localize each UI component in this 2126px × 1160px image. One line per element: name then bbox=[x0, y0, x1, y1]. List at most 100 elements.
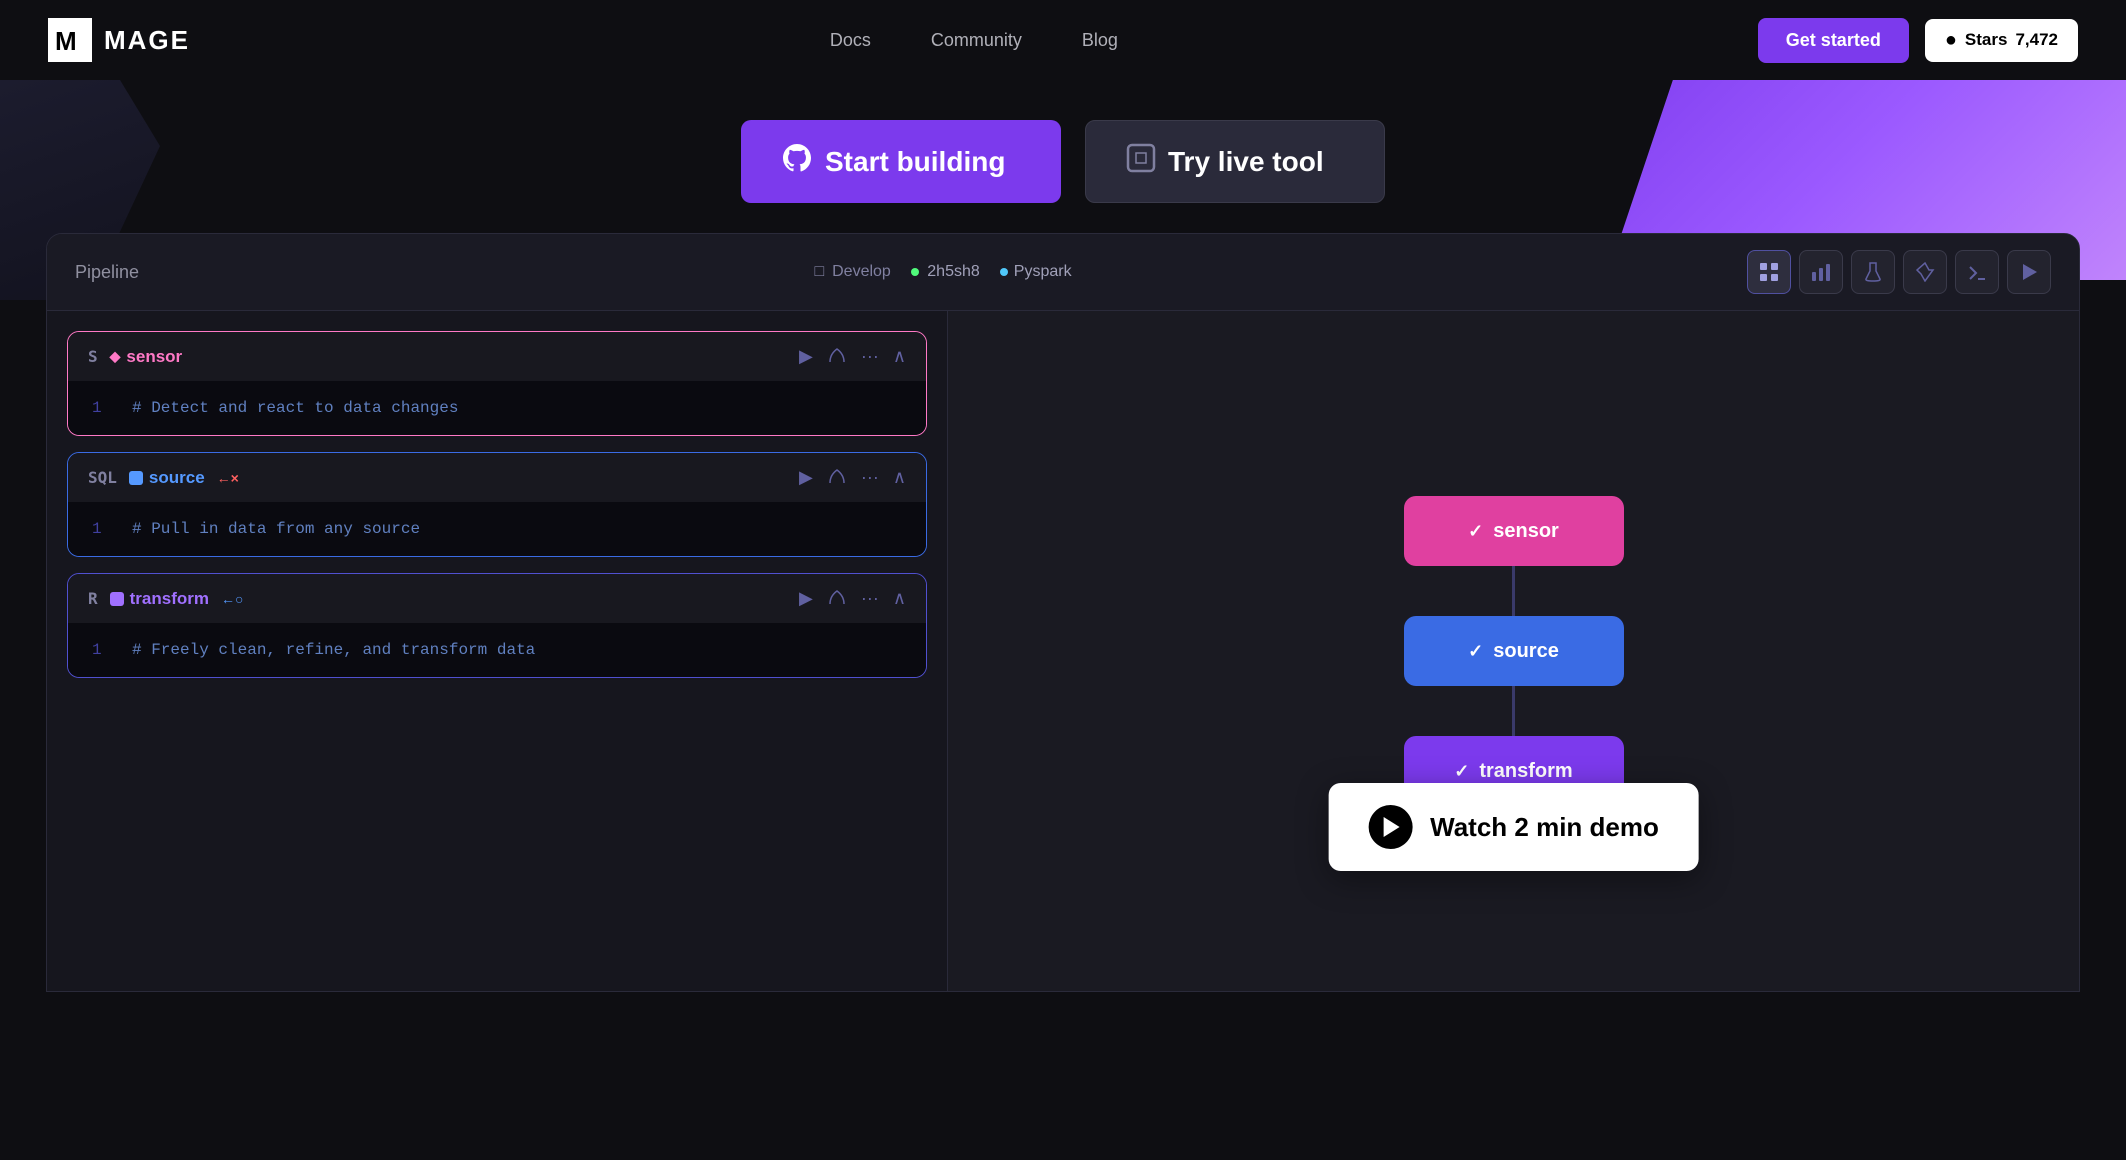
env-value: Pyspark bbox=[1014, 263, 1072, 281]
flow-sensor-label: sensor bbox=[1493, 520, 1559, 543]
transform-run-btn[interactable]: ▶ bbox=[799, 588, 813, 609]
sensor-more-btn[interactable]: ··· bbox=[861, 346, 879, 367]
transform-check-icon: ✓ bbox=[1454, 761, 1469, 782]
flow-diagram: ✓ sensor ✓ source ✓ transform bbox=[1404, 496, 1624, 806]
source-block: SQL source ←× ▶ bbox=[67, 452, 927, 557]
flow-connector-1 bbox=[1512, 566, 1515, 616]
pipeline-flow-area: ✓ sensor ✓ source ✓ transform bbox=[947, 311, 2079, 991]
flow-connector-2 bbox=[1512, 686, 1515, 736]
transform-name: transform bbox=[110, 589, 209, 609]
pipeline-develop: □ Develop bbox=[814, 263, 890, 281]
pipeline-code-area: S ◆ sensor ▶ ··· bbox=[47, 311, 947, 991]
source-check-icon: ✓ bbox=[1468, 641, 1483, 662]
github-octocat-icon: ● bbox=[1945, 29, 1957, 52]
toolbar-grid-btn[interactable] bbox=[1747, 250, 1791, 294]
source-actions: ▶ ··· ∧ bbox=[799, 465, 906, 490]
hash-value: 2h5sh8 bbox=[927, 263, 980, 280]
flow-transform-label: transform bbox=[1479, 760, 1572, 783]
source-type-label: SQL bbox=[88, 468, 117, 487]
transform-actions: ▶ ··· ∧ bbox=[799, 586, 906, 611]
play-triangle-icon bbox=[1384, 817, 1400, 837]
sensor-code-line: 1 # Detect and react to data changes bbox=[92, 399, 902, 417]
hash-dot bbox=[911, 268, 919, 276]
source-block-label: SQL source ←× bbox=[88, 468, 239, 488]
sensor-type-label: S bbox=[88, 347, 98, 366]
source-code-text[interactable]: # Pull in data from any source bbox=[132, 520, 420, 538]
transform-block: R transform ←○ ▶ bbox=[67, 573, 927, 678]
sensor-name: ◆ sensor bbox=[110, 347, 183, 367]
cta-section: Start building Try live tool bbox=[0, 80, 2126, 233]
stars-label: Stars bbox=[1965, 30, 2008, 50]
transform-collapse-btn[interactable]: ∧ bbox=[893, 588, 906, 609]
sensor-code-body: 1 # Detect and react to data changes bbox=[68, 381, 926, 435]
logo-icon: M bbox=[48, 18, 92, 62]
source-run-btn[interactable]: ▶ bbox=[799, 467, 813, 488]
watch-demo-button[interactable]: Watch 2 min demo bbox=[1328, 783, 1699, 871]
source-code-line: 1 # Pull in data from any source bbox=[92, 520, 902, 538]
play-circle-icon bbox=[1368, 805, 1412, 849]
source-code-body: 1 # Pull in data from any source bbox=[68, 502, 926, 556]
sensor-collapse-btn[interactable]: ∧ bbox=[893, 346, 906, 367]
sensor-file-btn[interactable] bbox=[827, 344, 847, 369]
transform-more-btn[interactable]: ··· bbox=[861, 588, 879, 609]
toolbar-run-btn[interactable] bbox=[2007, 250, 2051, 294]
github-stars-button[interactable]: ● Stars 7,472 bbox=[1925, 19, 2078, 62]
get-started-button[interactable]: Get started bbox=[1758, 18, 1909, 63]
pipeline-toolbar bbox=[1747, 250, 2051, 294]
transform-code-text[interactable]: # Freely clean, refine, and transform da… bbox=[132, 641, 535, 659]
nav-docs[interactable]: Docs bbox=[830, 30, 871, 51]
nav-blog[interactable]: Blog bbox=[1082, 30, 1118, 51]
logo[interactable]: M MAGE bbox=[48, 18, 190, 62]
pipeline-hash: 2h5sh8 bbox=[911, 263, 980, 281]
source-conn-icon: ←× bbox=[217, 470, 239, 486]
logo-text: MAGE bbox=[104, 25, 190, 56]
source-file-btn[interactable] bbox=[827, 465, 847, 490]
transform-type-label: R bbox=[88, 589, 98, 608]
pipeline-env: Pyspark bbox=[1000, 263, 1072, 281]
sensor-diamond-icon: ◆ bbox=[110, 348, 121, 365]
transform-block-header: R transform ←○ ▶ bbox=[68, 574, 926, 623]
sensor-block-label: S ◆ sensor bbox=[88, 347, 182, 367]
pipeline-meta: □ Develop 2h5sh8 Pyspark bbox=[814, 263, 1071, 281]
github-icon bbox=[781, 142, 813, 181]
toolbar-pin-btn[interactable] bbox=[1903, 250, 1947, 294]
sensor-code-text[interactable]: # Detect and react to data changes bbox=[132, 399, 458, 417]
main-nav: Docs Community Blog bbox=[830, 30, 1118, 51]
transform-code-body: 1 # Freely clean, refine, and transform … bbox=[68, 623, 926, 677]
toolbar-flask-btn[interactable] bbox=[1851, 250, 1895, 294]
source-more-btn[interactable]: ··· bbox=[861, 467, 879, 488]
pipeline-content: S ◆ sensor ▶ ··· bbox=[47, 311, 2079, 991]
pipeline-title: Pipeline bbox=[75, 262, 139, 283]
source-name: source bbox=[129, 468, 205, 488]
transform-code-line: 1 # Freely clean, refine, and transform … bbox=[92, 641, 902, 659]
toolbar-terminal-btn[interactable] bbox=[1955, 250, 1999, 294]
watch-demo-label: Watch 2 min demo bbox=[1430, 812, 1659, 843]
source-collapse-btn[interactable]: ∧ bbox=[893, 467, 906, 488]
source-square-icon bbox=[129, 471, 143, 485]
sensor-run-btn[interactable]: ▶ bbox=[799, 346, 813, 367]
header-actions: Get started ● Stars 7,472 bbox=[1758, 18, 2078, 63]
source-block-header: SQL source ←× ▶ bbox=[68, 453, 926, 502]
develop-icon: □ bbox=[814, 263, 824, 281]
sensor-block-header: S ◆ sensor ▶ ··· bbox=[68, 332, 926, 381]
nav-community[interactable]: Community bbox=[931, 30, 1022, 51]
try-live-tool-button[interactable]: Try live tool bbox=[1085, 120, 1385, 203]
develop-label: Develop bbox=[832, 263, 891, 281]
transform-file-btn[interactable] bbox=[827, 586, 847, 611]
sensor-check-icon: ✓ bbox=[1468, 521, 1483, 542]
transform-conn-icon: ←○ bbox=[221, 591, 243, 607]
transform-block-label: R transform ←○ bbox=[88, 589, 243, 609]
source-line-num: 1 bbox=[92, 520, 112, 538]
sensor-block: S ◆ sensor ▶ ··· bbox=[67, 331, 927, 436]
pipeline-panel: Pipeline □ Develop 2h5sh8 Pyspark bbox=[46, 233, 2080, 992]
cube-icon bbox=[1126, 143, 1156, 180]
flow-node-source: ✓ source bbox=[1404, 616, 1624, 686]
transform-square-icon bbox=[110, 592, 124, 606]
header: M MAGE Docs Community Blog Get started ●… bbox=[0, 0, 2126, 80]
toolbar-chart-btn[interactable] bbox=[1799, 250, 1843, 294]
start-building-button[interactable]: Start building bbox=[741, 120, 1061, 203]
try-live-label: Try live tool bbox=[1168, 146, 1324, 178]
stars-count: 7,472 bbox=[2015, 30, 2058, 50]
svg-text:M: M bbox=[55, 26, 77, 56]
transform-line-num: 1 bbox=[92, 641, 112, 659]
